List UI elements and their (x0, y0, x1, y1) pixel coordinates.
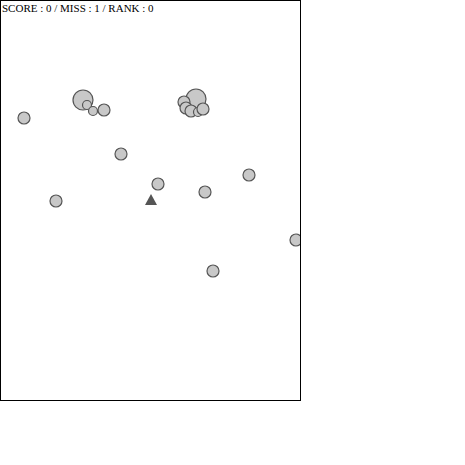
playfield-drawing (1, 1, 301, 401)
game-field[interactable]: SCORE : 0 / MISS : 1 / RANK : 0 (0, 0, 301, 401)
bullet (115, 148, 127, 160)
bullet (207, 265, 219, 277)
hud-text: SCORE : 0 / MISS : 1 / RANK : 0 (2, 1, 154, 15)
bullet (50, 195, 62, 207)
game-screen: SCORE : 0 / MISS : 1 / RANK : 0 (0, 0, 465, 465)
bullet (243, 169, 255, 181)
player-ship-icon[interactable] (145, 194, 157, 205)
bullet (152, 178, 164, 190)
bullet (199, 186, 211, 198)
bullet (290, 234, 301, 246)
bullet (197, 103, 209, 115)
bullet (89, 107, 98, 116)
bullet (18, 112, 30, 124)
bullet (98, 104, 110, 116)
